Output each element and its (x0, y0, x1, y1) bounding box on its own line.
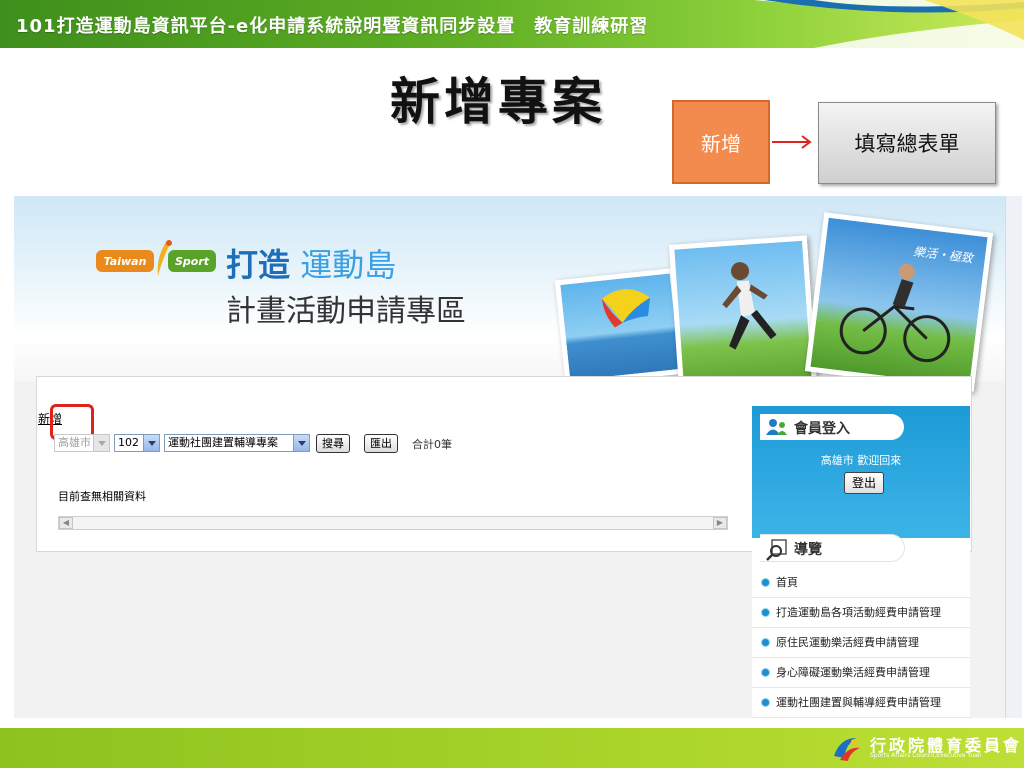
banner-title-part2: 運動島 (300, 246, 397, 284)
chevron-down-icon (293, 435, 309, 451)
navigation-box: 導覽 首頁 打造運動島各項活動經費申請管理 原住民運動樂活經費申請管理 身心障礙… (752, 526, 970, 718)
project-select-value: 運動社團建置輔導專案 (168, 436, 278, 449)
vertical-scrollbar[interactable] (1005, 196, 1022, 718)
logo-sport-label: Sport (168, 250, 216, 272)
cyclist-illustration-icon (839, 263, 951, 363)
members-icon (766, 419, 787, 435)
flow-step-fill-form-box: 填寫總表單 (818, 102, 996, 184)
slide-title: 新增專案 (390, 73, 606, 131)
sidebar: 會員登入 高雄市 歡迎回來 登出 導覽 首頁 打造運動島各項活動經費申請管理 原… (752, 406, 970, 718)
logo-taiwan-label: Taiwan (96, 250, 154, 272)
search-button[interactable]: 搜尋 (316, 434, 350, 453)
slide-header-title: 101打造運動島資訊平台-e化申請系統說明暨資訊同步設置 教育訓練研習 (16, 16, 649, 37)
navigation-header: 導覽 (760, 534, 905, 562)
empty-result-message: 目前查無相關資料 (58, 490, 146, 503)
slide-footer-bar: 行政院體育委員會 Sports Affairs Council,Executiv… (0, 728, 1024, 768)
member-login-header: 會員登入 (760, 414, 904, 440)
parasail-photo (554, 268, 686, 386)
arrow-right-icon (772, 135, 812, 149)
runner-photo (669, 235, 817, 393)
city-select-value: 高雄市 (58, 436, 91, 449)
navigation-list: 首頁 打造運動島各項活動經費申請管理 原住民運動樂活經費申請管理 身心障礙運動樂… (752, 568, 970, 718)
project-select[interactable]: 運動社團建置輔導專案 (164, 434, 310, 452)
org-name-english: Sports Affairs Council,Executive Yuan (870, 752, 982, 759)
slide-header-bar: 101打造運動島資訊平台-e化申請系統說明暨資訊同步設置 教育訓練研習 (0, 0, 1024, 48)
year-select-value: 102 (118, 436, 139, 449)
runner-illustration-icon (722, 262, 777, 350)
nav-item-home[interactable]: 首頁 (752, 568, 970, 598)
welcome-text: 歡迎回來 (857, 454, 902, 467)
member-login-title: 會員登入 (794, 421, 850, 437)
banner-subtitle: 計畫活動申請專區 (226, 294, 466, 329)
export-button[interactable]: 匯出 (364, 434, 398, 453)
logout-button[interactable]: 登出 (844, 472, 884, 494)
scroll-left-icon[interactable]: ◀ (59, 517, 73, 529)
nav-item-disability-funding[interactable]: 身心障礙運動樂活經費申請管理 (752, 658, 970, 688)
chevron-down-icon (143, 435, 159, 451)
nav-item-sport-island-funding[interactable]: 打造運動島各項活動經費申請管理 (752, 598, 970, 628)
banner-title-part1: 打造 (226, 246, 291, 284)
banner-title: 打造 運動島 (226, 240, 396, 286)
sports-council-logo-icon (834, 738, 860, 761)
nav-item-club-funding[interactable]: 運動社團建置與輔導經費申請管理 (752, 688, 970, 718)
city-select[interactable]: 高雄市 (54, 434, 110, 452)
magnifier-document-icon (766, 539, 787, 561)
horizontal-scrollbar[interactable]: ◀ ▶ (58, 516, 728, 530)
total-count: 合計0筆 (412, 438, 452, 451)
swoosh-decoration-icon (694, 0, 1024, 48)
parasail-illustration-icon (601, 289, 651, 328)
cyclist-photo: 樂活・極致 (804, 212, 994, 392)
welcome-city: 高雄市 (820, 454, 854, 467)
webpage-screenshot: Taiwan Sport 打造 運動島 計畫活動申請專區 樂活・極致 新增 高雄… (14, 196, 1022, 718)
nav-item-indigenous-funding[interactable]: 原住民運動樂活經費申請管理 (752, 628, 970, 658)
flow-step-add-box: 新增 (672, 100, 770, 184)
year-select[interactable]: 102 (114, 434, 160, 452)
scroll-right-icon[interactable]: ▶ (713, 517, 727, 529)
welcome-message: 高雄市 歡迎回來 (752, 452, 970, 468)
chevron-down-icon (93, 435, 109, 451)
site-banner: Taiwan Sport 打造 運動島 計畫活動申請專區 樂活・極致 (14, 196, 1006, 393)
member-login-box: 會員登入 高雄市 歡迎回來 登出 (752, 406, 970, 526)
navigation-title: 導覽 (794, 542, 822, 558)
